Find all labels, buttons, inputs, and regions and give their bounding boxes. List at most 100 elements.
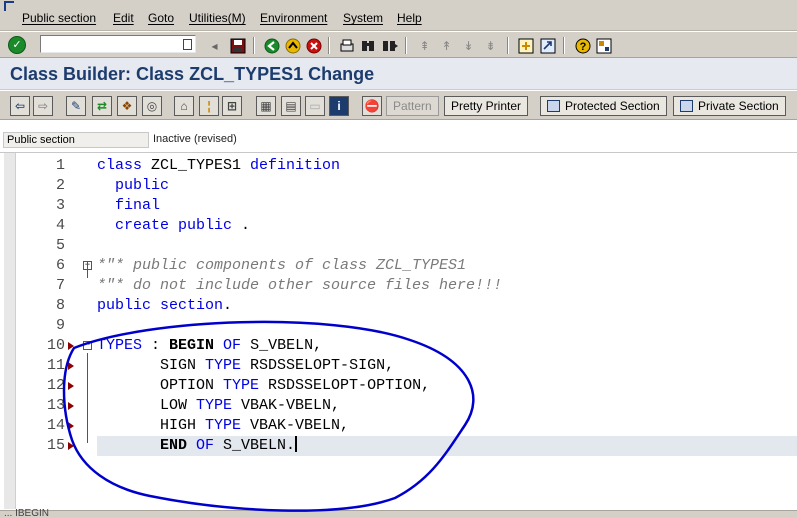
history-arrow-icon[interactable]: ◂ [205,36,224,55]
exit-icon[interactable] [283,36,302,55]
application-toolbar: ⇦ ⇨ ✎ ⇄ ❖ ◎ ⌂ ¦ ⊞ ▦ ▤ ▭ i ⛔ Pattern Pret… [0,90,797,120]
code-text: class ZCL_TYPES1 definition [97,156,340,176]
code-token: TYPE [205,417,251,434]
separator [507,37,509,54]
prev-page-icon[interactable]: ↟ [437,36,456,55]
menu-goto[interactable]: Goto [148,11,174,25]
line-number: 2 [55,177,65,194]
activate-icon[interactable]: ¦ [199,96,219,116]
code-token: *"* public components of class ZCL_TYPES… [97,257,467,274]
code-line[interactable]: 5 [16,236,797,256]
code-line[interactable]: 7 *"* do not include other source files h… [16,276,797,296]
change-marker-icon [68,422,74,430]
first-page-icon[interactable]: ⇞ [415,36,434,55]
line-number: 15 [46,437,65,454]
system-menu-icon[interactable] [4,1,14,11]
active-inactive-icon[interactable]: ⇄ [92,96,112,116]
code-token: . [223,297,233,314]
save-icon[interactable] [228,36,247,55]
code-text: *"* public components of class ZCL_TYPES… [97,256,466,276]
command-field[interactable] [40,35,196,53]
code-token: HIGH [97,417,206,434]
code-line[interactable]: 12 OPTION TYPE RSDSSELOPT-OPTION, [16,376,797,396]
shortcut-icon[interactable] [538,36,557,55]
fold-toggle-icon[interactable]: − [83,341,92,350]
change-marker-icon [68,442,74,450]
code-text: TYPES : BEGIN OF S_VBELN, [97,336,322,356]
separator [405,37,407,54]
menu-utilities[interactable]: Utilities(M) [189,11,246,25]
code-token: OF [223,337,251,354]
menu-system[interactable]: System [343,11,383,25]
code-line[interactable]: 8 public section. [16,296,797,316]
code-token: public [97,177,170,194]
protected-section-label: Protected Section [565,99,660,113]
menu-environment[interactable]: Environment [260,11,327,25]
back-icon[interactable] [262,36,281,55]
pattern-button[interactable]: Pattern [386,96,439,116]
code-token: TYPE [205,357,251,374]
window-icon[interactable]: ▭ [305,96,325,116]
find-next-icon[interactable] [380,36,399,55]
line-number: 13 [46,397,65,414]
line-number: 9 [55,317,65,334]
section-icon [680,100,693,112]
change-marker-icon [68,402,74,410]
code-token: LOW [97,397,197,414]
code-token: VBAK-VBELN, [250,417,350,434]
code-token: ZCL_TYPES1 [151,157,251,174]
where-used-icon[interactable]: ◎ [142,96,162,116]
help-icon[interactable]: ? [573,36,592,55]
protected-section-button[interactable]: Protected Section [540,96,667,116]
code-token: class [97,157,152,174]
check-icon[interactable]: ⌂ [174,96,194,116]
line-number: 3 [55,197,65,214]
menu-public-section[interactable]: Public section [22,11,96,25]
code-line[interactable]: 10 − TYPES : BEGIN OF S_VBELN, [16,336,797,356]
code-line[interactable]: 15 END OF S_VBELN. [16,436,797,456]
code-line[interactable]: 2 public [16,176,797,196]
back-arrow-icon[interactable]: ⇦ [10,96,30,116]
code-token: public section [97,297,224,314]
change-marker-icon [68,342,74,350]
other-object-icon[interactable]: ❖ [117,96,137,116]
object-list-icon[interactable]: ▦ [256,96,276,116]
layout-menu-icon[interactable] [594,36,613,55]
code-line[interactable]: 9 [16,316,797,336]
code-line[interactable]: 11 SIGN TYPE RSDSSELOPT-SIGN, [16,356,797,376]
code-token: create public [97,217,242,234]
code-text: SIGN TYPE RSDSSELOPT-SIGN, [97,356,394,376]
forward-arrow-icon[interactable]: ⇨ [33,96,53,116]
pretty-printer-button[interactable]: Pretty Printer [444,96,529,116]
private-section-button[interactable]: Private Section [673,96,786,116]
editor-margin [4,153,16,509]
enter-icon[interactable]: ✓ [8,36,26,54]
navigate-icon[interactable]: ⊞ [222,96,242,116]
bottom-status-bar: ... IBEGIN [0,508,797,518]
code-line[interactable]: 4 create public . [16,216,797,236]
code-line[interactable]: 13 LOW TYPE VBAK-VBELN, [16,396,797,416]
last-page-icon[interactable]: ⇟ [481,36,500,55]
create-session-icon[interactable] [516,36,535,55]
menu-edit[interactable]: Edit [113,11,134,25]
code-line[interactable]: 6−*"* public components of class ZCL_TYP… [16,256,797,276]
code-line[interactable]: 1 class ZCL_TYPES1 definition [16,156,797,176]
command-history-icon[interactable] [183,39,192,50]
standard-toolbar: ✓ ◂ ⇞ ↟ ↡ ⇟ ? [0,31,797,58]
line-number: 4 [55,217,65,234]
print-icon[interactable] [337,36,356,55]
find-icon[interactable] [358,36,377,55]
menu-help[interactable]: Help [397,11,422,25]
display-object-list-icon[interactable]: ▤ [281,96,301,116]
code-editor[interactable]: 1 class ZCL_TYPES1 definition 2 public 3 fi… [0,152,797,510]
display-change-icon[interactable]: ✎ [66,96,86,116]
info-icon[interactable]: i [329,96,349,116]
stop-icon[interactable]: ⛔ [362,96,382,116]
code-line[interactable]: 3 final [16,196,797,216]
line-number: 1 [55,157,65,174]
code-line[interactable]: 14 HIGH TYPE VBAK-VBELN, [16,416,797,436]
cancel-icon[interactable] [304,36,323,55]
line-number: 7 [55,277,65,294]
code-token: S_VBELN, [250,337,323,354]
next-page-icon[interactable]: ↡ [459,36,478,55]
